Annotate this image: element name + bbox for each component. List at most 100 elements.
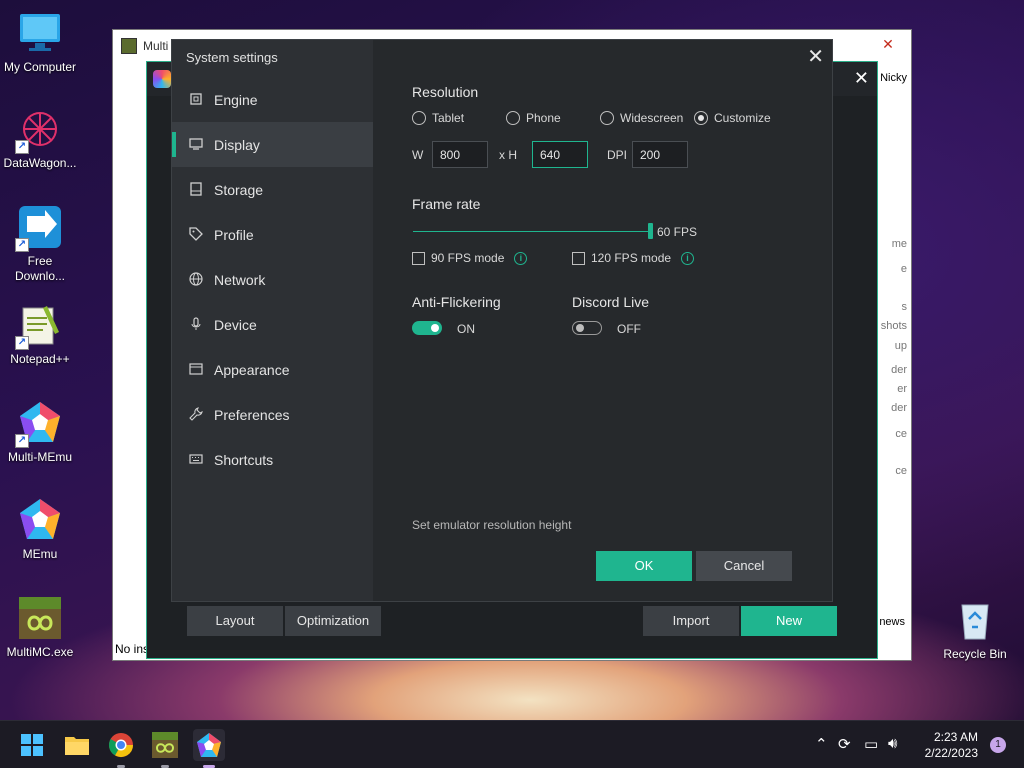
desktop-icon-label: Notepad++ xyxy=(10,352,70,366)
radio-customize[interactable]: Customize xyxy=(694,111,771,125)
globe-icon xyxy=(188,271,204,288)
close-icon[interactable]: ✕ xyxy=(807,44,824,69)
radio-phone[interactable]: Phone xyxy=(506,111,561,125)
nav-item-preferences[interactable]: Preferences xyxy=(172,392,373,437)
window-icon xyxy=(188,362,204,378)
notification-badge[interactable]: 1 xyxy=(990,737,1006,753)
side-fragment: shots xyxy=(880,320,907,332)
ok-button[interactable]: OK xyxy=(596,551,692,581)
sync-alert-icon[interactable]: ⟳ xyxy=(838,735,851,753)
resolution-title: Resolution xyxy=(412,84,479,100)
import-button[interactable]: Import xyxy=(643,606,739,636)
volume-icon[interactable]: 🔊︎ xyxy=(888,735,897,752)
side-fragment: e xyxy=(900,263,907,275)
desktop-icon-my-computer[interactable]: My Computer xyxy=(0,10,80,75)
nav-item-device[interactable]: Device xyxy=(172,302,373,347)
multimc-logo-icon xyxy=(121,38,137,54)
radio-dot xyxy=(600,111,614,125)
dpi-input[interactable] xyxy=(632,141,688,168)
discord-live-toggle[interactable] xyxy=(572,321,602,335)
side-fragment: ce xyxy=(895,428,907,440)
side-fragment: der xyxy=(891,402,907,414)
memu-icon xyxy=(17,497,63,543)
checkbox-label: 90 FPS mode xyxy=(431,251,505,265)
download-manager-icon: ↗ xyxy=(15,204,63,252)
account-menu[interactable]: Nicky xyxy=(880,72,907,84)
radio-tablet[interactable]: Tablet xyxy=(412,111,464,125)
network-icon[interactable]: ▭ xyxy=(864,735,878,753)
desktop-icon-multimc[interactable]: MultiMC.exe xyxy=(0,595,80,660)
hint-text: Set emulator resolution height xyxy=(412,518,572,532)
radio-dot xyxy=(412,111,426,125)
chrome-icon xyxy=(108,733,133,758)
desktop-icon-notepad-plus-plus[interactable]: ↗ Notepad++ xyxy=(0,302,80,367)
desktop-icon-label: Multi-MEmu xyxy=(7,450,72,464)
layout-button[interactable]: Layout xyxy=(187,606,283,636)
info-icon[interactable]: i xyxy=(681,251,695,265)
frame-rate-slider-handle[interactable] xyxy=(648,223,653,239)
side-fragment: ce xyxy=(895,465,907,477)
height-label: x H xyxy=(499,148,517,162)
side-fragment: me xyxy=(891,238,907,250)
desktop-icon-datawagon[interactable]: ↗ DataWagon... xyxy=(0,106,80,171)
clock[interactable]: 2:23 AM 2/22/2023 xyxy=(925,729,978,761)
radio-label: Widescreen xyxy=(620,111,684,125)
close-icon[interactable]: ✕ xyxy=(854,68,869,89)
side-fragment: der xyxy=(891,364,907,376)
clock-time: 2:23 AM xyxy=(933,730,978,744)
taskbar-file-explorer[interactable] xyxy=(61,729,93,761)
memu-icon xyxy=(197,733,221,757)
nav-item-shortcuts[interactable]: Shortcuts xyxy=(172,437,373,482)
monitor-icon xyxy=(188,137,204,153)
width-input[interactable] xyxy=(432,141,488,168)
system-settings-dialog: System settings Engine Display Storage P… xyxy=(171,39,833,602)
nav-item-label: Appearance xyxy=(214,361,290,378)
news-link[interactable]: news xyxy=(879,616,905,628)
new-button[interactable]: New xyxy=(741,606,837,636)
nav-item-network[interactable]: Network xyxy=(172,257,373,302)
status-text: No ins xyxy=(115,642,150,656)
desktop-icon-multi-memu[interactable]: ↗ Multi-MEmu xyxy=(0,400,80,465)
desktop-icon-memu[interactable]: MEmu xyxy=(0,497,80,562)
desktop-icon-free-download[interactable]: ↗ Free Downlo... xyxy=(0,204,80,284)
taskbar-multimc[interactable] xyxy=(149,729,181,761)
nav-item-label: Display xyxy=(214,136,260,153)
desktop-icon-label: DataWagon... xyxy=(3,156,77,170)
desktop-icon-label: MEmu xyxy=(22,547,58,561)
optimization-button[interactable]: Optimization xyxy=(285,606,381,636)
taskbar-memu[interactable] xyxy=(193,729,225,761)
fps120-checkbox[interactable]: 120 FPS mode i xyxy=(572,251,695,265)
taskbar: ⌃ ⟳ ▭ 🔊︎ 2:23 AM 2/22/2023 1 xyxy=(0,720,1024,768)
frame-rate-slider-track[interactable] xyxy=(413,231,651,232)
nav-item-storage[interactable]: Storage xyxy=(172,167,373,212)
start-button[interactable] xyxy=(16,729,48,761)
radio-label: Customize xyxy=(714,111,771,125)
anti-flickering-state: ON xyxy=(457,322,475,336)
dialog-title: System settings xyxy=(186,50,278,65)
notepad-plus-plus-icon: ↗ xyxy=(15,302,63,350)
discord-live-title: Discord Live xyxy=(572,294,650,310)
datawagon-icon: ↗ xyxy=(15,106,63,154)
chevron-up-icon[interactable]: ⌃ xyxy=(815,735,828,753)
taskbar-chrome[interactable] xyxy=(105,729,137,761)
desktop-icon-recycle-bin[interactable]: Recycle Bin xyxy=(935,597,1015,662)
nav-item-label: Engine xyxy=(214,91,258,108)
dpi-label: DPI xyxy=(607,148,628,162)
fps90-checkbox[interactable]: 90 FPS mode i xyxy=(412,251,528,265)
nav-item-display[interactable]: Display xyxy=(172,122,373,167)
shortcut-arrow-icon: ↗ xyxy=(15,140,29,154)
nav-item-appearance[interactable]: Appearance xyxy=(172,347,373,392)
shortcut-arrow-icon: ↗ xyxy=(15,336,29,350)
nav-item-profile[interactable]: Profile xyxy=(172,212,373,257)
radio-widescreen[interactable]: Widescreen xyxy=(600,111,683,125)
checkbox-box xyxy=(412,251,425,265)
storage-icon xyxy=(188,181,204,198)
desktop-icon-label: MultiMC.exe xyxy=(6,645,74,659)
cancel-button[interactable]: Cancel xyxy=(696,551,792,581)
anti-flickering-toggle[interactable] xyxy=(412,321,442,335)
info-icon[interactable]: i xyxy=(514,251,528,265)
nav-item-engine[interactable]: Engine xyxy=(172,77,373,122)
checkbox-box xyxy=(572,251,585,265)
height-input[interactable] xyxy=(532,141,588,168)
close-icon[interactable]: ✕ xyxy=(865,30,911,59)
